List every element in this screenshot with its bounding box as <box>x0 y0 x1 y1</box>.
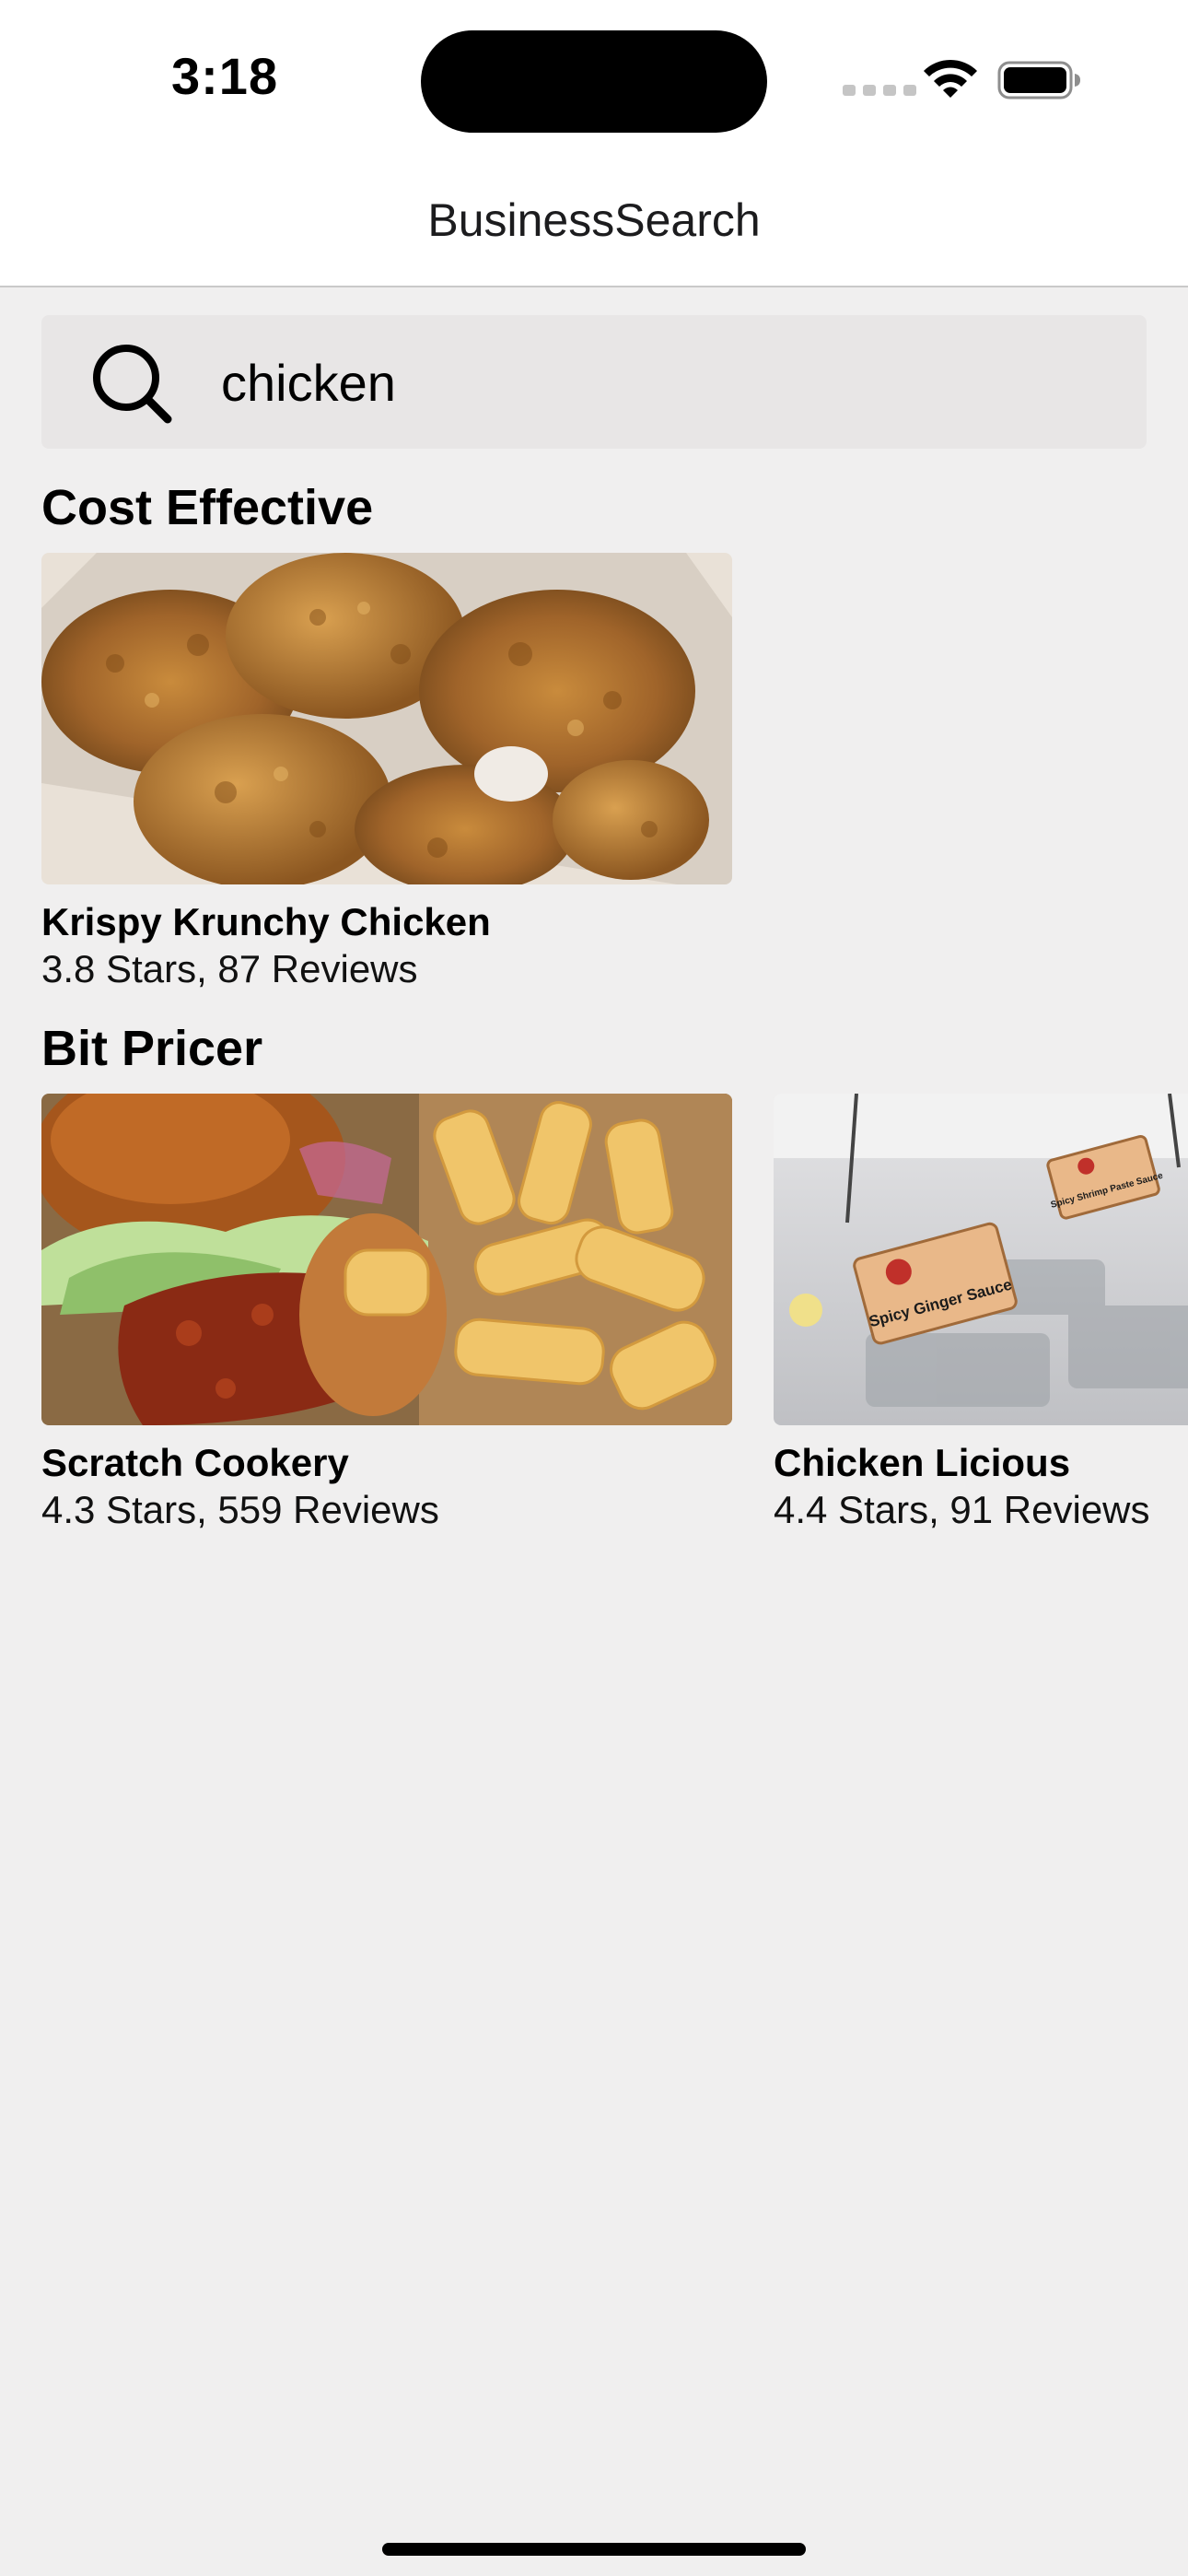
fried-chicken-photo <box>41 553 732 884</box>
business-name: Scratch Cookery <box>41 1441 349 1484</box>
nav-title: BusinessSearch <box>427 194 761 246</box>
section-title-bit-pricer: Bit Pricer <box>41 1021 263 1076</box>
business-rating: 4.3 Stars, 559 Reviews <box>41 1488 439 1531</box>
sauce-bar-photo: Spicy Ginger Sauce Spicy Shrimp Paste Sa… <box>774 1094 1188 1425</box>
business-card-krispy-krunchy[interactable]: Krispy Krunchy Chicken 3.8 Stars, 87 Rev… <box>41 553 732 993</box>
battery-icon <box>997 61 1080 100</box>
business-rating: 3.8 Stars, 87 Reviews <box>41 947 418 990</box>
cellular-signal-icon <box>843 85 916 96</box>
business-card-scratch-cookery[interactable]: Scratch Cookery 4.3 Stars, 559 Reviews <box>41 1094 732 1534</box>
wifi-icon <box>924 59 977 98</box>
top-bar: 3:18 BusinessSearch <box>0 0 1188 287</box>
search-input[interactable] <box>221 341 1105 424</box>
business-rating: 4.4 Stars, 91 Reviews <box>774 1488 1150 1531</box>
business-card-chicken-licious[interactable]: Spicy Ginger Sauce Spicy Shrimp Paste Sa… <box>774 1094 1188 1534</box>
business-name: Krispy Krunchy Chicken <box>41 900 491 943</box>
search-icon <box>93 345 172 424</box>
home-indicator[interactable] <box>382 2543 806 2556</box>
section-title-cost-effective: Cost Effective <box>41 480 374 535</box>
business-name: Chicken Licious <box>774 1441 1071 1484</box>
search-bar[interactable] <box>41 315 1147 449</box>
chicken-sandwich-fries-photo <box>41 1094 732 1425</box>
dynamic-island <box>421 30 767 133</box>
status-time: 3:18 <box>171 47 279 105</box>
app-screen: 3:18 BusinessSearch Cost Effective <box>0 0 1188 2576</box>
